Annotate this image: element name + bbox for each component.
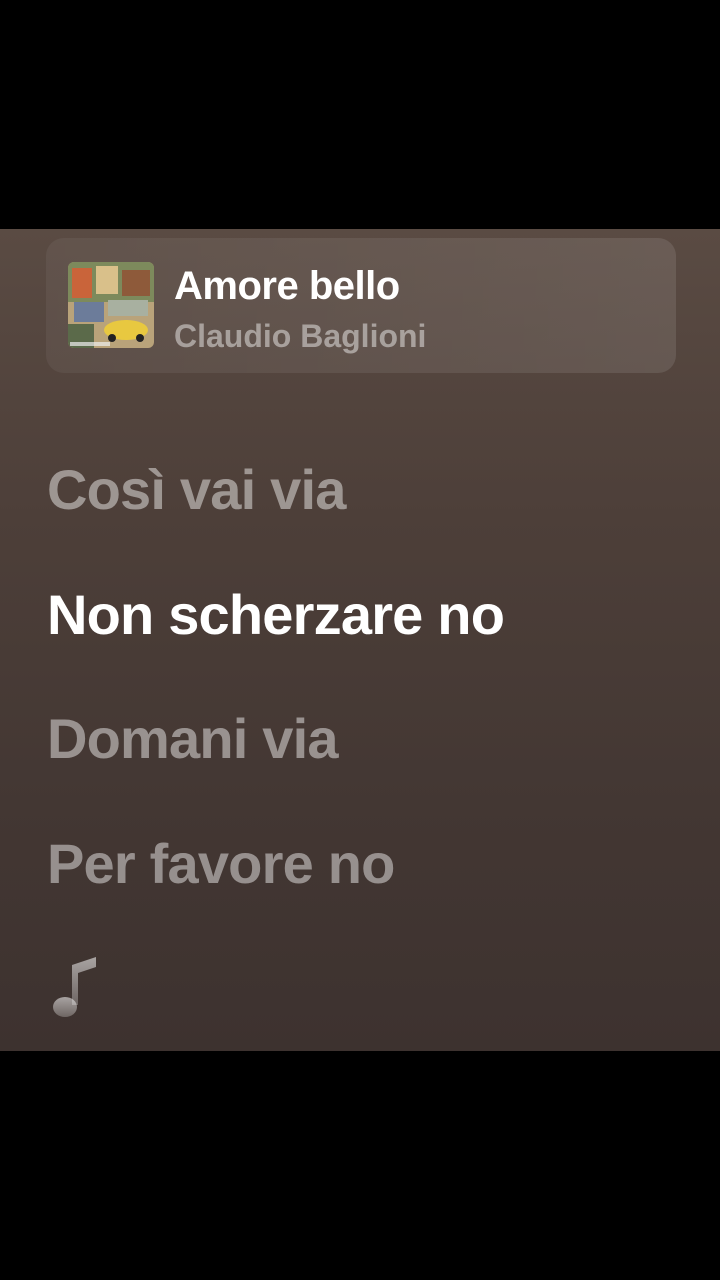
now-playing-card[interactable]: Amore bello Claudio Baglioni [46,238,676,373]
lyrics-screen: Amore bello Claudio Baglioni Così vai vi… [0,229,720,1051]
lyric-line-upcoming[interactable]: Per favore no [47,831,395,896]
song-title: Amore bello [174,264,400,308]
song-artist: Claudio Baglioni [174,318,427,354]
lyric-line-next[interactable]: Domani via [47,706,339,771]
music-note-icon [50,951,102,1023]
album-artwork [68,262,154,348]
lyric-line-current[interactable]: Non scherzare no [47,582,505,647]
lyric-line-past[interactable]: Così vai via [47,457,346,522]
